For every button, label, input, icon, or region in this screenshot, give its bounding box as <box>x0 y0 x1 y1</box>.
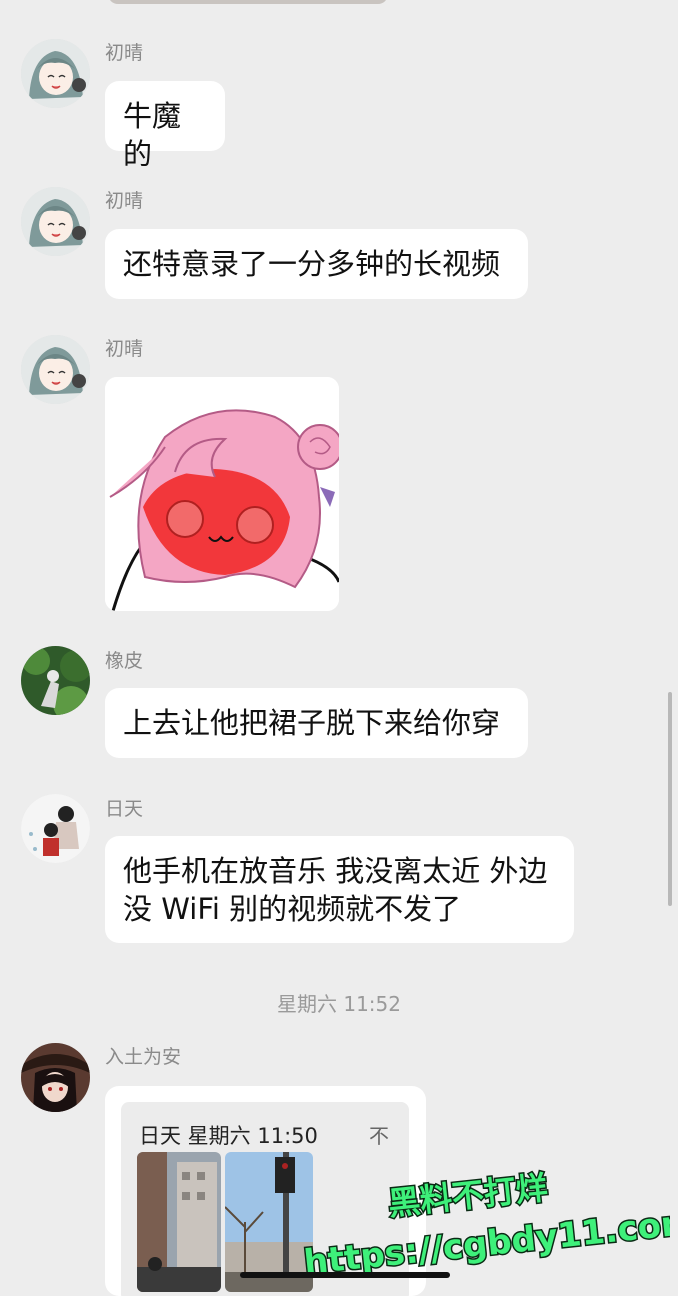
previous-message-peek <box>108 0 388 4</box>
avatar-rutuweian[interactable] <box>21 1043 90 1112</box>
sticker-image[interactable] <box>105 377 339 611</box>
sender-name: 初晴 <box>105 42 144 64</box>
watermark-line1: 黑料不打烊 <box>386 1168 549 1223</box>
watermark-overlay: 黑料不打烊 https://cgbdy11.com <box>300 1167 670 1275</box>
forwarded-header: 日天 星期六 11:50 <box>139 1124 318 1148</box>
avatar-xiangpi[interactable] <box>21 646 90 715</box>
message-bubble[interactable]: 上去让他把裙子脱下来给你穿 <box>105 688 528 758</box>
avatar-chuqing[interactable] <box>21 335 90 404</box>
avatar-ritian[interactable] <box>21 794 90 863</box>
watermark-line2: https://cgbdy11.com <box>302 1202 670 1275</box>
forwarded-flag: 不 <box>369 1124 389 1148</box>
sender-name: 橡皮 <box>105 650 144 672</box>
sender-name: 入土为安 <box>105 1046 182 1068</box>
forwarded-thumbnail[interactable] <box>137 1152 221 1292</box>
sender-name: 初晴 <box>105 190 144 212</box>
home-indicator[interactable] <box>240 1272 450 1278</box>
message-bubble[interactable]: 牛魔的 <box>105 81 225 171</box>
message-bubble[interactable]: 他手机在放音乐 我没离太近 外边 没 WiFi 别的视频就不发了 <box>105 836 574 943</box>
message-bubble[interactable]: 还特意录了一分多钟的长视频 <box>105 229 528 299</box>
sender-name: 日天 <box>105 798 144 820</box>
avatar-chuqing[interactable] <box>21 187 90 256</box>
chat-timestamp: 星期六 11:52 <box>277 992 401 1016</box>
sender-name: 初晴 <box>105 338 144 360</box>
scrollbar[interactable] <box>668 692 672 906</box>
avatar-chuqing[interactable] <box>21 39 90 108</box>
